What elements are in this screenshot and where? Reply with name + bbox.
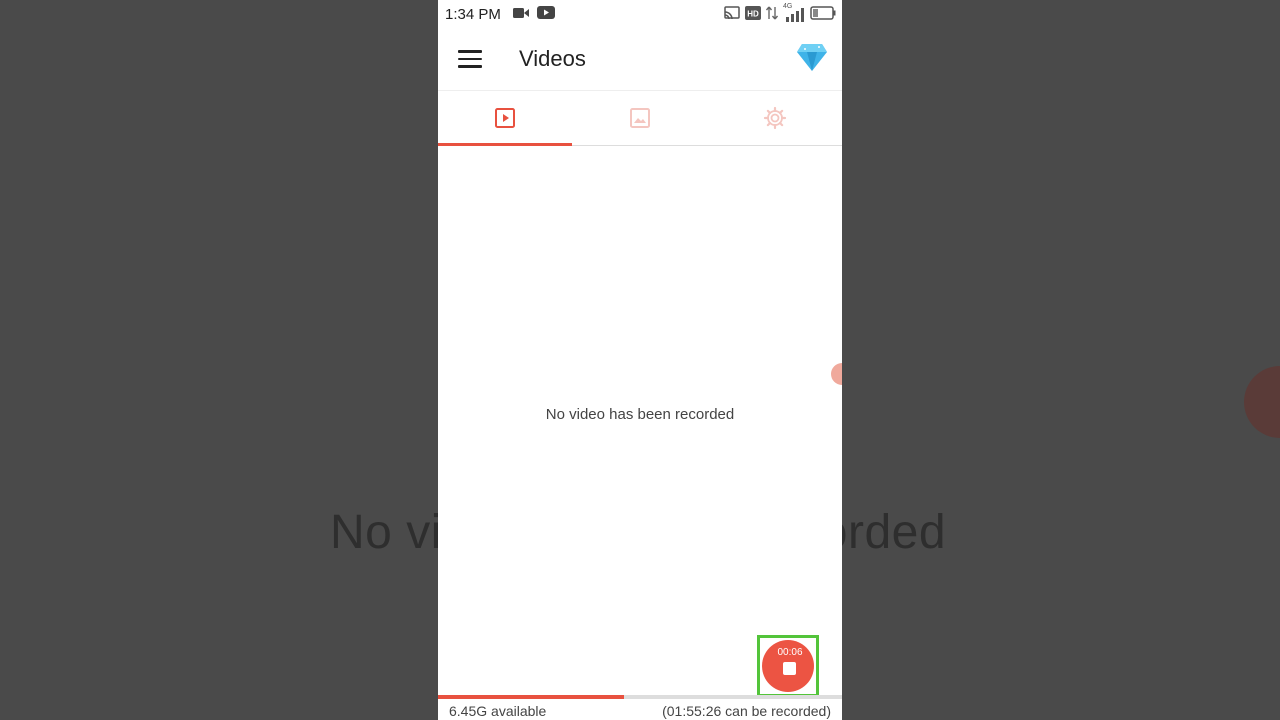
status-bar: 1:34 PM HD 4G: [438, 0, 842, 28]
menu-icon[interactable]: [458, 50, 482, 70]
data-transfer-icon: [766, 6, 778, 20]
youtube-icon: [537, 6, 555, 19]
storage-progress-bar: [438, 695, 842, 699]
tab-screenshots[interactable]: [573, 91, 708, 145]
recordable-time: (01:55:26 can be recorded): [662, 703, 831, 719]
record-stop-highlight: 00:06: [757, 635, 819, 697]
battery-icon: [810, 6, 836, 20]
image-icon: [630, 108, 650, 128]
tab-settings[interactable]: [707, 91, 842, 145]
phone-screen: 1:34 PM HD 4G Videos No video has been r…: [438, 0, 842, 720]
recording-timer: 00:06: [777, 647, 803, 658]
tab-bar: [438, 90, 842, 146]
background-blob: [1244, 366, 1280, 438]
page-title: Videos: [519, 46, 586, 71]
diamond-icon[interactable]: [796, 42, 828, 72]
gear-icon: [763, 106, 786, 130]
signal-group: 4G: [783, 3, 805, 22]
signal-icon: [786, 8, 804, 22]
tab-videos[interactable]: [438, 91, 573, 146]
storage-footer: 6.45G available (01:55:26 can be recorde…: [438, 700, 842, 720]
stop-icon: [783, 662, 796, 675]
storage-progress-fill: [438, 695, 624, 699]
tab-indicator: [438, 143, 572, 146]
floating-bubble-handle[interactable]: [831, 363, 842, 385]
play-square-icon: [495, 108, 516, 128]
storage-available: 6.45G available: [449, 703, 547, 719]
video-camera-icon: [513, 7, 529, 18]
status-time: 1:34 PM: [445, 6, 501, 23]
svg-text:HD: HD: [747, 10, 759, 19]
app-bar: Videos: [438, 28, 842, 90]
empty-state-message: No video has been recorded: [545, 406, 735, 423]
hd-icon: HD: [745, 6, 761, 20]
cast-icon: [724, 6, 740, 20]
stop-recording-button[interactable]: 00:06: [762, 640, 814, 692]
